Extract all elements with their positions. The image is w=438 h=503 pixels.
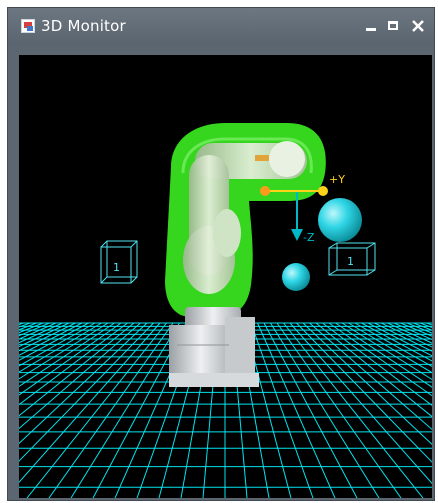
right-box-label: 1: [347, 255, 354, 268]
close-icon: [412, 20, 424, 32]
obstacle-sphere-large: [318, 198, 362, 242]
monitor-app-icon: [21, 19, 35, 33]
y-axis-label: +Y: [329, 173, 345, 186]
maximize-icon: [388, 21, 398, 30]
y-axis-handle[interactable]: [318, 186, 328, 196]
window-title: 3D Monitor: [41, 17, 126, 35]
tool-origin-marker: [260, 186, 270, 196]
z-axis-arrowhead: [291, 229, 303, 241]
obstacle-sphere-small: [282, 263, 310, 291]
maximize-button[interactable]: [383, 16, 403, 36]
close-button[interactable]: [408, 16, 428, 36]
minimize-icon: [366, 28, 376, 31]
left-box-label: 1: [113, 261, 120, 274]
title-bar[interactable]: 3D Monitor: [8, 8, 434, 45]
minimize-button[interactable]: [361, 16, 381, 36]
3d-viewport[interactable]: 1 1 +Y -Z: [19, 55, 432, 498]
monitor-window: 3D Monitor 1 1 +Y -Z: [7, 7, 435, 501]
robot-base: [169, 307, 259, 387]
z-axis-label: -Z: [303, 231, 315, 244]
